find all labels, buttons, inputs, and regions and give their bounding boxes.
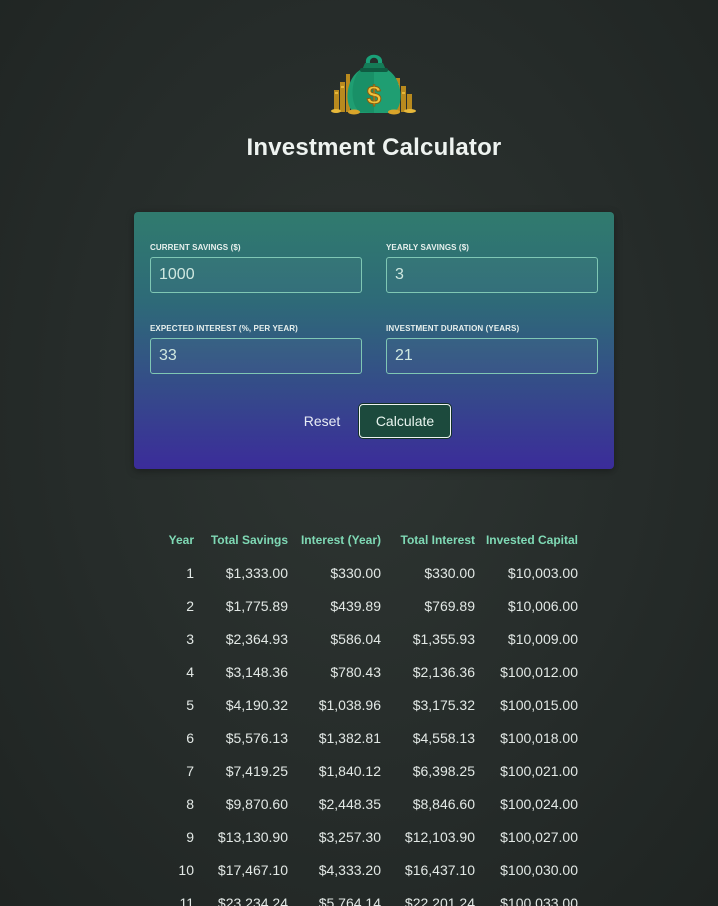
cell-year: 1 bbox=[186, 564, 194, 581]
current-savings-input[interactable] bbox=[150, 257, 362, 293]
cell-interest-year: $5,764.14 bbox=[318, 894, 381, 906]
cell-total-savings: $7,419.25 bbox=[225, 762, 288, 779]
calculate-button[interactable]: Calculate bbox=[359, 404, 451, 438]
cell-interest-year: $330.00 bbox=[330, 564, 381, 581]
table-row: 6 $5,576.13 $1,382.81 $4,558.13 $100,018.00 bbox=[150, 721, 578, 754]
cell-invested-capital: $100,030.00 bbox=[500, 861, 578, 878]
cell-interest-year: $4,333.20 bbox=[318, 861, 381, 878]
duration-input[interactable] bbox=[386, 338, 598, 374]
cell-year: 6 bbox=[186, 729, 194, 746]
cell-total-savings: $4,190.32 bbox=[225, 696, 288, 713]
yearly-savings-field: Yearly Savings ($) bbox=[386, 243, 598, 293]
reset-button[interactable]: Reset bbox=[292, 404, 352, 438]
table-row: 8 $9,870.60 $2,448.35 $8,846.60 $100,024.00 bbox=[150, 787, 578, 820]
cell-invested-capital: $100,033.00 bbox=[500, 894, 578, 906]
cell-total-interest: $4,558.13 bbox=[412, 729, 475, 746]
cell-invested-capital: $100,018.00 bbox=[500, 729, 578, 746]
table-row: 1 $1,333.00 $330.00 $330.00 $10,003.00 bbox=[150, 556, 578, 589]
cell-total-savings: $17,467.10 bbox=[217, 861, 288, 878]
cell-year: 3 bbox=[186, 630, 194, 647]
cell-total-interest: $12,103.90 bbox=[404, 828, 475, 845]
yearly-savings-input[interactable] bbox=[386, 257, 598, 293]
cell-invested-capital: $100,015.00 bbox=[500, 696, 578, 713]
yearly-savings-label: Yearly Savings ($) bbox=[386, 243, 470, 252]
column-header-total-savings: Total Savings bbox=[210, 533, 288, 547]
cell-interest-year: $1,038.96 bbox=[318, 696, 381, 713]
table-row: 7 $7,419.25 $1,840.12 $6,398.25 $100,021.00 bbox=[150, 754, 578, 787]
table-row: 3 $2,364.93 $586.04 $1,355.93 $10,009.00 bbox=[150, 622, 578, 655]
cell-total-savings: $1,775.89 bbox=[225, 597, 288, 614]
table-row: 11 $23,234.24 $5,764.14 $22,201.24 $100,033.… bbox=[150, 886, 578, 906]
duration-label: Investment Duration (years) bbox=[386, 324, 520, 333]
cell-year: 11 bbox=[179, 894, 194, 906]
current-savings-field: Current Savings ($) bbox=[150, 243, 362, 293]
cell-interest-year: $439.89 bbox=[330, 597, 381, 614]
expected-interest-field: Expected Interest (%, per year) bbox=[150, 324, 362, 374]
cell-year: 9 bbox=[186, 828, 194, 845]
cell-total-savings: $2,364.93 bbox=[225, 630, 288, 647]
table-header-row: Year Total Savings Interest (Year) Total… bbox=[150, 524, 578, 556]
cell-total-interest: $3,175.32 bbox=[412, 696, 475, 713]
current-savings-label: Current Savings ($) bbox=[150, 243, 241, 252]
cell-invested-capital: $10,006.00 bbox=[507, 597, 578, 614]
cell-total-interest: $22,201.24 bbox=[404, 894, 475, 906]
cell-invested-capital: $10,009.00 bbox=[507, 630, 578, 647]
cell-interest-year: $586.04 bbox=[330, 630, 381, 647]
cell-invested-capital: $100,027.00 bbox=[500, 828, 578, 845]
cell-invested-capital: $10,003.00 bbox=[507, 564, 578, 581]
cell-total-interest: $16,437.10 bbox=[404, 861, 475, 878]
svg-text:$: $ bbox=[367, 80, 382, 110]
table-row: 2 $1,775.89 $439.89 $769.89 $10,006.00 bbox=[150, 589, 578, 622]
cell-interest-year: $3,257.30 bbox=[318, 828, 381, 845]
column-header-interest-year: Interest (Year) bbox=[300, 533, 381, 547]
cell-total-savings: $1,333.00 bbox=[225, 564, 288, 581]
page: $ Investment Calculator Current Savings … bbox=[0, 0, 718, 906]
cell-year: 4 bbox=[186, 663, 194, 680]
cell-total-interest: $330.00 bbox=[424, 564, 475, 581]
column-header-invested-capital: Invested Capital bbox=[485, 533, 578, 547]
expected-interest-label: Expected Interest (%, per year) bbox=[150, 324, 298, 333]
cell-interest-year: $780.43 bbox=[330, 663, 381, 680]
expected-interest-input[interactable] bbox=[150, 338, 362, 374]
table-row: 5 $4,190.32 $1,038.96 $3,175.32 $100,015.00 bbox=[150, 688, 578, 721]
cell-invested-capital: $100,021.00 bbox=[500, 762, 578, 779]
table-row: 9 $13,130.90 $3,257.30 $12,103.90 $100,027.0… bbox=[150, 820, 578, 853]
cell-total-interest: $6,398.25 bbox=[412, 762, 475, 779]
form-actions: Reset Calculate bbox=[134, 404, 614, 438]
results-table-body: 1 $1,333.00 $330.00 $330.00 $10,003.00 2 $1,77… bbox=[150, 556, 578, 906]
investment-form: Current Savings ($) Yearly Savings ($) E… bbox=[134, 212, 614, 469]
results-table: Year Total Savings Interest (Year) Total… bbox=[150, 524, 578, 906]
page-title: Investment Calculator bbox=[246, 134, 502, 161]
cell-total-interest: $8,846.60 bbox=[412, 795, 475, 812]
cell-interest-year: $1,840.12 bbox=[318, 762, 381, 779]
cell-year: 10 bbox=[178, 861, 194, 878]
cell-year: 2 bbox=[186, 597, 194, 614]
cell-interest-year: $2,448.35 bbox=[318, 795, 381, 812]
cell-year: 8 bbox=[186, 795, 194, 812]
cell-invested-capital: $100,012.00 bbox=[500, 663, 578, 680]
cell-total-savings: $13,130.90 bbox=[217, 828, 288, 845]
cell-total-savings: $5,576.13 bbox=[225, 729, 288, 746]
cell-total-interest: $769.89 bbox=[424, 597, 475, 614]
column-header-total-interest: Total Interest bbox=[400, 533, 475, 547]
cell-interest-year: $1,382.81 bbox=[318, 729, 381, 746]
cell-year: 5 bbox=[186, 696, 194, 713]
cell-total-interest: $1,355.93 bbox=[412, 630, 475, 647]
table-row: 4 $3,148.36 $780.43 $2,136.36 $100,012.00 bbox=[150, 655, 578, 688]
cell-total-savings: $3,148.36 bbox=[225, 663, 288, 680]
cell-total-savings: $9,870.60 bbox=[225, 795, 288, 812]
cell-total-savings: $23,234.24 bbox=[217, 894, 288, 906]
cell-invested-capital: $100,024.00 bbox=[500, 795, 578, 812]
cell-total-interest: $2,136.36 bbox=[412, 663, 475, 680]
money-bag-icon: $ bbox=[331, 54, 416, 115]
table-row: 10 $17,467.10 $4,333.20 $16,437.10 $100,030.… bbox=[150, 853, 578, 886]
column-header-year: Year bbox=[168, 533, 194, 547]
duration-field: Investment Duration (years) bbox=[386, 324, 598, 374]
cell-year: 7 bbox=[186, 762, 194, 779]
